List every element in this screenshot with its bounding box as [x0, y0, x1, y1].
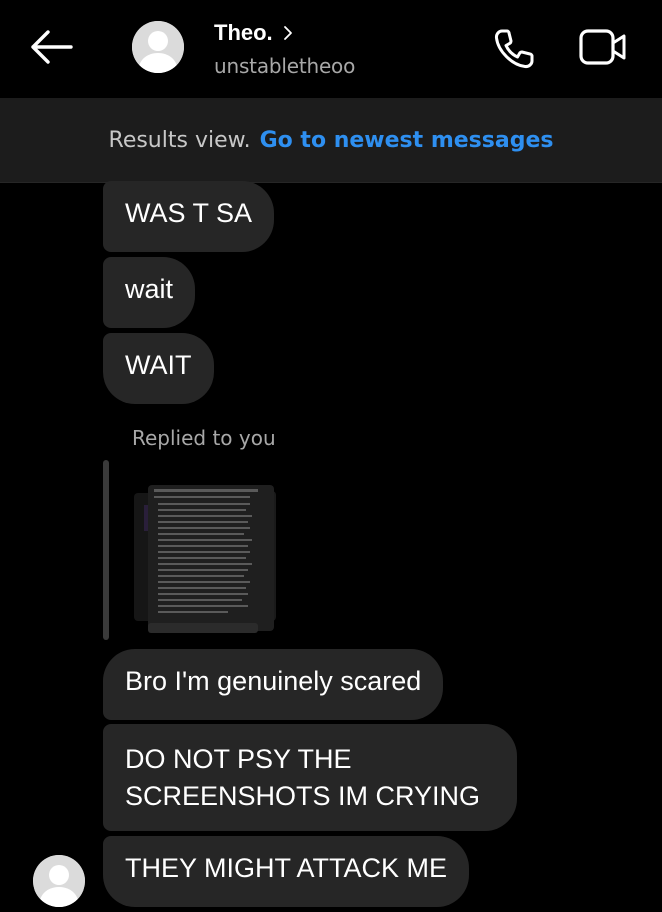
video-camera-icon — [579, 29, 626, 65]
results-view-label: Results view. — [108, 127, 251, 153]
phone-icon — [494, 29, 534, 69]
contact-avatar[interactable] — [132, 21, 184, 73]
default-avatar-icon — [132, 21, 184, 73]
screenshot-image — [132, 463, 278, 635]
chat-header: Theo. unstabletheoo — [0, 0, 662, 98]
message-bubble[interactable]: WAS T SA — [103, 181, 275, 252]
contact-username: unstabletheoo — [214, 54, 356, 78]
sender-avatar[interactable] — [33, 855, 85, 907]
video-call-button[interactable] — [578, 27, 628, 67]
default-avatar-icon — [33, 855, 85, 907]
reply-indicator-bar — [103, 460, 109, 640]
results-view-banner: Results view. Go to newest messages — [0, 98, 662, 183]
voice-call-button[interactable] — [492, 25, 538, 71]
replied-screenshot-thumbnail[interactable] — [132, 463, 278, 635]
contact-title[interactable]: Theo. unstabletheoo — [214, 18, 355, 78]
back-button[interactable] — [26, 26, 76, 68]
chevron-right-icon — [283, 26, 292, 40]
message-bubble[interactable]: DO NOT PSY THE SCREENSHOTS IM CRYING — [103, 724, 517, 831]
message-bubble[interactable]: WAIT — [103, 333, 214, 404]
arrow-left-icon — [31, 30, 73, 64]
replied-to-you-label: Replied to you — [132, 426, 276, 450]
message-bubble[interactable]: Bro I'm genuinely scared — [103, 649, 444, 720]
message-bubble[interactable]: THEY MIGHT ATTACK ME — [103, 836, 470, 907]
message-bubble[interactable]: wait — [103, 257, 196, 328]
contact-name: Theo. — [214, 20, 273, 45]
go-to-newest-link[interactable]: Go to newest messages — [260, 128, 554, 153]
